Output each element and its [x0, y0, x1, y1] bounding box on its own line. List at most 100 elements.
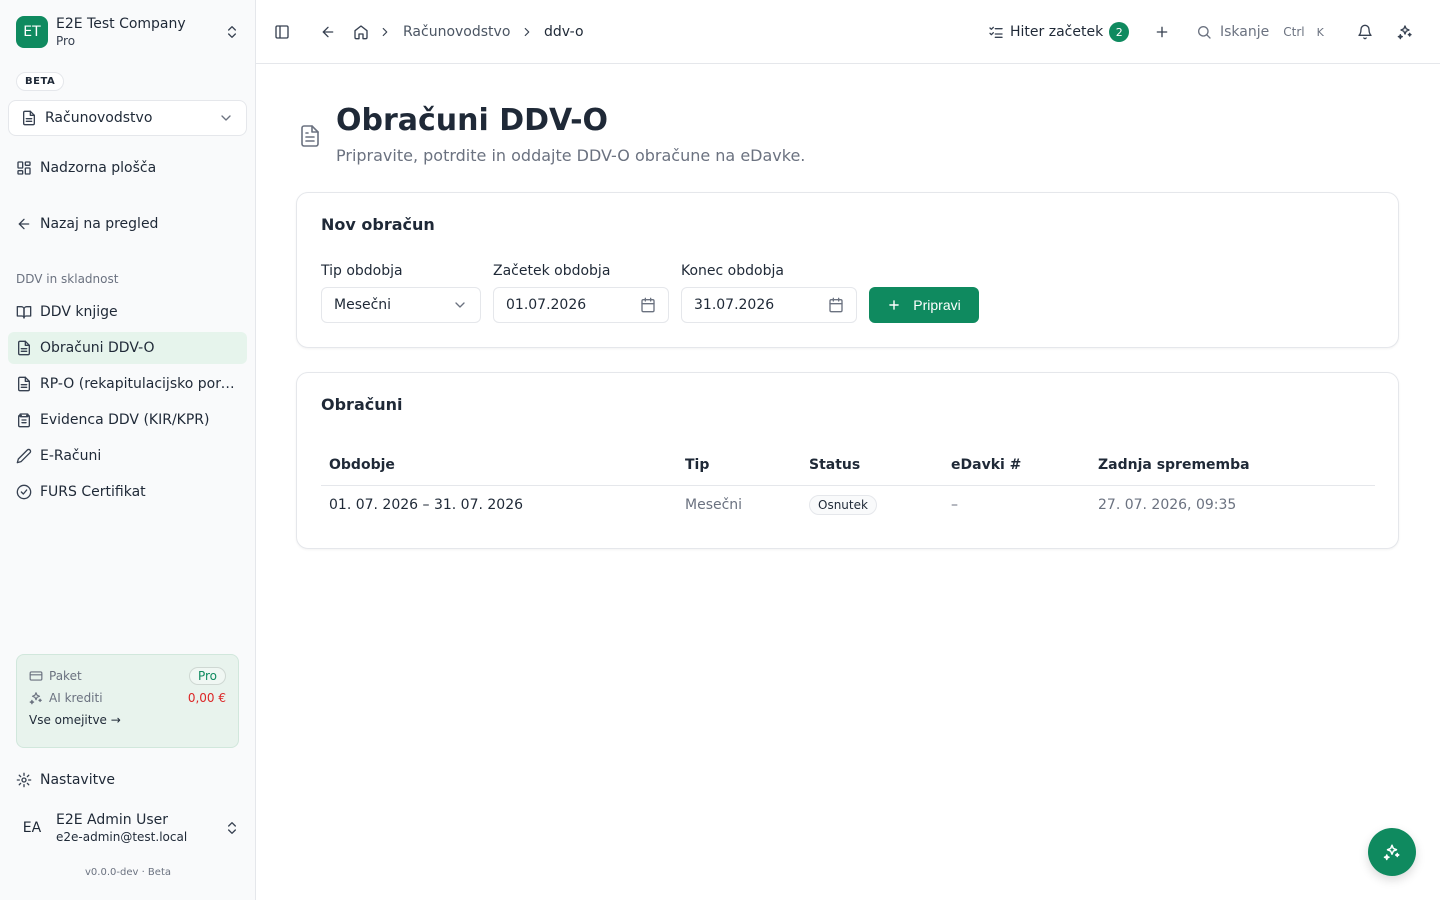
- new-return-card: Nov obračun Tip obdobja Mesečni Začetek …: [296, 192, 1399, 348]
- status-badge: Osnutek: [809, 495, 877, 516]
- nav-ddv-records[interactable]: Evidenca DDV (KIR/KPR): [8, 404, 247, 436]
- cell-status: Osnutek: [801, 485, 943, 525]
- nav-ddv-o-returns[interactable]: Obračuni DDV-O: [8, 332, 247, 364]
- arrow-left-icon[interactable]: [320, 24, 336, 40]
- calendar-icon[interactable]: [828, 297, 844, 313]
- period-type-select[interactable]: Mesečni: [321, 287, 481, 323]
- nav-furs-certificate[interactable]: FURS Certifikat: [8, 476, 247, 508]
- period-start-value: 01.07.2026: [506, 297, 587, 313]
- nav-item-label: RP-O (rekapitulacijsko poročilo): [40, 376, 236, 392]
- cell-modified: 27. 07. 2026, 09:35: [1098, 497, 1237, 514]
- returns-table: Obdobje Tip Status eDavki # Zadnja sprem…: [321, 445, 1375, 525]
- nav-item-label: DDV knjige: [40, 304, 118, 320]
- user-menu[interactable]: EA E2E Admin User e2e-admin@test.local: [8, 806, 248, 850]
- nav-e-invoices[interactable]: E-Računi: [8, 440, 247, 472]
- sparkles-icon: [29, 692, 42, 705]
- clipboard-icon: [18, 413, 30, 428]
- chevron-right-icon: [382, 27, 388, 37]
- cell-period: 01. 07. 2026 – 31. 07. 2026: [329, 497, 524, 514]
- quick-start-button[interactable]: Hiter začetek 2: [988, 20, 1130, 44]
- prepare-button-label: Pripravi: [913, 297, 961, 313]
- ai-credits-value: 0,00 €: [187, 691, 226, 705]
- ai-assistant-button[interactable]: [1368, 828, 1416, 876]
- company-logo: ET: [16, 16, 48, 48]
- chevron-down-icon: [221, 115, 231, 121]
- column-header-period[interactable]: Obdobje: [321, 445, 677, 486]
- credit-card-icon: [29, 671, 43, 681]
- calendar-icon[interactable]: [640, 297, 656, 313]
- check-circle-icon: [16, 484, 32, 500]
- period-end-label: Konec obdobja: [681, 263, 784, 279]
- plan-card: Paket Pro AI krediti 0,00 € Vse omejitve…: [16, 654, 239, 748]
- beta-badge: BETA: [16, 72, 65, 91]
- nav-item-label: E-Računi: [40, 448, 102, 464]
- column-header-edavki[interactable]: eDavki #: [943, 445, 1090, 486]
- search-button[interactable]: Iskanje Ctrl K: [1196, 20, 1324, 44]
- nav-item-label: FURS Certifikat: [40, 484, 146, 500]
- plus-icon[interactable]: [1154, 24, 1170, 40]
- search-icon: [1198, 26, 1211, 39]
- chevrons-up-down-icon: [228, 822, 236, 834]
- quick-start-label: Hiter začetek: [1010, 24, 1104, 40]
- page-subtitle: Pripravite, potrdite in oddajte DDV-O ob…: [336, 146, 806, 165]
- module-select[interactable]: Računovodstvo: [8, 100, 247, 136]
- avatar: EA: [22, 820, 42, 836]
- nav-back[interactable]: Nazaj na pregled: [8, 208, 247, 240]
- pen-icon: [16, 448, 32, 464]
- company-plan: Pro: [56, 34, 76, 48]
- search-label: Iskanje: [1220, 24, 1270, 40]
- quick-start-count: 2: [1109, 22, 1130, 42]
- period-start-label: Začetek obdobja: [493, 263, 611, 279]
- returns-card: Obračuni Obdobje Tip Status eDavki # Zad…: [296, 372, 1399, 549]
- user-name: E2E Admin User: [56, 812, 169, 828]
- period-type-label: Tip obdobja: [321, 263, 403, 279]
- nav-item-label: Evidenca DDV (KIR/KPR): [40, 412, 210, 428]
- breadcrumb-current: ddv-o: [544, 24, 584, 40]
- plus-icon: [889, 300, 900, 310]
- company-switcher[interactable]: ET E2E Test Company Pro: [8, 8, 248, 56]
- breadcrumb-accounting[interactable]: Računovodstvo: [403, 22, 510, 42]
- arrow-left-icon: [18, 218, 30, 230]
- file-icon: [18, 340, 30, 356]
- nav-settings-label: Nastavitve: [40, 772, 115, 788]
- table-header-row: Obdobje Tip Status eDavki # Zadnja sprem…: [321, 445, 1375, 486]
- column-header-status[interactable]: Status: [801, 445, 943, 486]
- sidebar: ET E2E Test Company Pro BETA Računovodst…: [0, 0, 256, 900]
- dashboard-icon: [17, 161, 31, 175]
- column-header-modified[interactable]: Zadnja sprememba: [1090, 445, 1375, 486]
- gear-icon: [16, 772, 32, 788]
- sparkles-icon: [1383, 844, 1400, 861]
- period-end-input[interactable]: 31.07.2026: [681, 287, 857, 323]
- nav-section-label: DDV in skladnost: [16, 272, 119, 286]
- book-icon: [16, 306, 32, 319]
- prepare-button[interactable]: Pripravi: [869, 287, 979, 323]
- file-icon: [301, 125, 319, 147]
- cell-edavki: –: [951, 497, 958, 514]
- nav-dashboard[interactable]: Nadzorna plošča: [8, 152, 247, 184]
- list-checks-icon: [989, 26, 1003, 38]
- table-row[interactable]: 01. 07. 2026 – 31. 07. 2026 Mesečni Osnu…: [321, 485, 1375, 525]
- column-header-type[interactable]: Tip: [677, 445, 801, 486]
- chevrons-up-down-icon: [228, 26, 236, 38]
- user-email: e2e-admin@test.local: [56, 830, 188, 844]
- period-start-input[interactable]: 01.07.2026: [493, 287, 669, 323]
- package-label: Paket: [49, 669, 82, 683]
- search-shortcut-key: K: [1316, 25, 1324, 39]
- nav-dashboard-label: Nadzorna plošča: [40, 160, 157, 176]
- nav-rp-o[interactable]: RP-O (rekapitulacijsko poročilo): [8, 368, 247, 400]
- new-return-title: Nov obračun: [321, 215, 435, 234]
- period-type-value: Mesečni: [334, 297, 392, 313]
- nav-settings[interactable]: Nastavitve: [8, 764, 247, 796]
- nav-back-label: Nazaj na pregled: [40, 216, 159, 232]
- home-icon[interactable]: [353, 24, 369, 40]
- period-end-value: 31.07.2026: [694, 297, 775, 313]
- sparkles-icon[interactable]: [1397, 24, 1413, 40]
- topbar: Računovodstvo ddv-o Hiter začetek 2 Iska…: [256, 0, 1440, 64]
- nav-ddv-books[interactable]: DDV knjige: [8, 296, 247, 328]
- returns-title: Obračuni: [321, 395, 403, 414]
- chevron-right-icon: [524, 27, 530, 37]
- bell-icon[interactable]: [1357, 24, 1373, 40]
- sidebar-toggle-icon[interactable]: [274, 24, 290, 40]
- all-limits-link[interactable]: Vse omejitve →: [29, 713, 226, 727]
- search-shortcut-ctrl: Ctrl: [1283, 25, 1305, 39]
